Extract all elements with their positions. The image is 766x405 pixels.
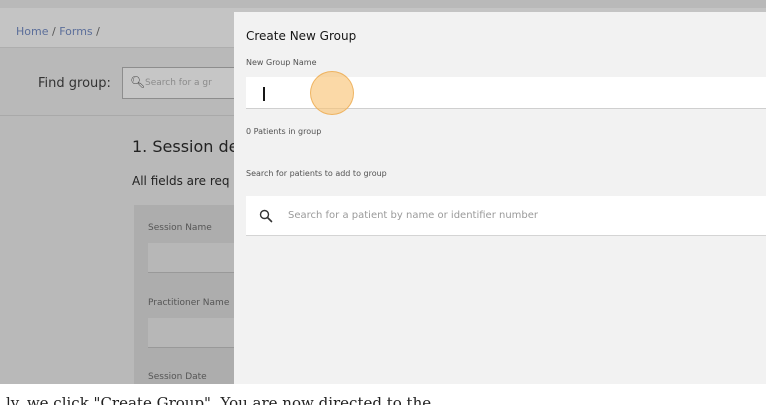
caption-strip: ly, we click "Create Group". You are now… xyxy=(0,384,766,405)
patient-search-placeholder: Search for a patient by name or identifi… xyxy=(288,210,539,221)
caption-text: ly, we click "Create Group". You are now… xyxy=(6,394,432,405)
click-indicator xyxy=(310,71,354,115)
search-icon xyxy=(259,209,273,223)
patients-count: 0 Patients in group xyxy=(246,127,322,136)
find-group-label: Find group: xyxy=(38,76,111,91)
panel-title: Create New Group xyxy=(246,29,357,43)
patient-search-label: Search for patients to add to group xyxy=(246,169,387,178)
group-name-label: New Group Name xyxy=(246,58,317,67)
session-name-label: Session Name xyxy=(148,223,212,233)
breadcrumb: Home / Forms / xyxy=(16,25,100,38)
create-group-panel: Create New Group New Group Name 0 Patien… xyxy=(234,12,766,384)
session-date-label: Session Date xyxy=(148,372,207,382)
breadcrumb-separator: / xyxy=(51,25,56,38)
breadcrumb-separator: / xyxy=(96,25,100,38)
breadcrumb-home-link[interactable]: Home xyxy=(16,25,48,38)
text-cursor xyxy=(263,87,265,101)
search-icon: 🔍︎ xyxy=(130,75,146,89)
required-fields-note: All fields are req xyxy=(132,174,230,188)
find-group-search-placeholder: Search for a gr xyxy=(145,78,212,88)
find-group-search-input[interactable]: 🔍︎ Search for a gr xyxy=(122,67,252,99)
breadcrumb-forms-link[interactable]: Forms xyxy=(59,25,92,38)
patient-search-input[interactable]: Search for a patient by name or identifi… xyxy=(246,196,766,236)
section-title: 1. Session de xyxy=(132,137,239,156)
practitioner-name-label: Practitioner Name xyxy=(148,298,230,308)
